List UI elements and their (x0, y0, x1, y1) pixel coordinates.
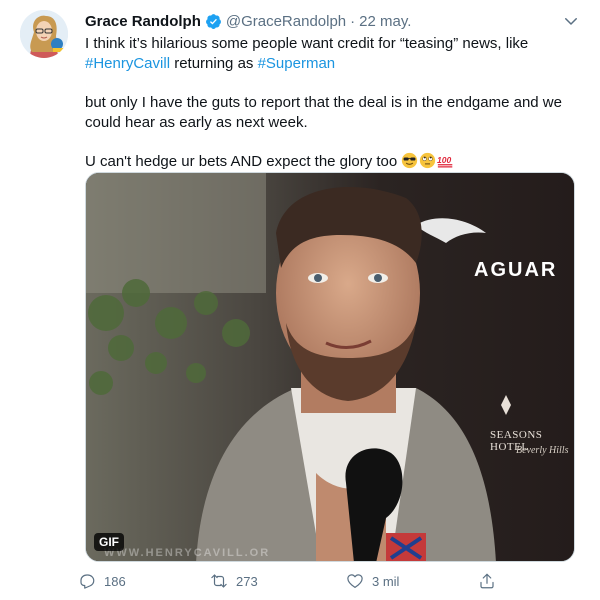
heart-icon (347, 574, 363, 588)
author-avatar[interactable] (20, 10, 68, 58)
author-handle[interactable]: @GraceRandolph (226, 13, 346, 30)
retweet-icon (211, 574, 227, 588)
gif-badge: GIF (94, 533, 124, 551)
svg-text:100: 100 (437, 155, 451, 165)
tweet-text: I think it’s hilarious some people want … (85, 34, 575, 172)
reply-icon (80, 574, 95, 589)
tweet-text-line3: U can't hedge ur bets AND expect the glo… (85, 153, 402, 170)
reply-count: 186 (104, 573, 126, 589)
author-name[interactable]: Grace Randolph (85, 13, 201, 30)
header-separator: · (350, 12, 356, 30)
jaguar-wordmark: AGUAR (474, 259, 558, 281)
hundred-points-emoji-icon: 100 (437, 152, 454, 169)
tweet-actions: 186 273 3 mil (78, 568, 508, 594)
watermark-text: WWW.HENRYCAVILL.OR (104, 547, 271, 559)
chevron-down-icon[interactable] (562, 12, 580, 30)
like-count: 3 mil (372, 573, 400, 589)
sunglasses-emoji-icon (401, 152, 418, 169)
rolling-eyes-emoji-icon (419, 152, 436, 169)
like-button[interactable]: 3 mil (346, 572, 399, 590)
retweet-count: 273 (236, 573, 258, 589)
tweet-text-mid: returning as (170, 55, 258, 72)
hotel-location: Beverly Hills (516, 445, 569, 456)
gif-frame-image (86, 173, 574, 561)
tweet-card: Grace Randolph @GraceRandolph · 22 may. … (0, 0, 600, 600)
tweet-paragraph-3: U can't hedge ur bets AND expect the glo… (85, 152, 575, 172)
tweet-text-line1: I think it’s hilarious some people want … (85, 35, 529, 52)
tweet-date[interactable]: 22 may. (359, 13, 411, 30)
hashtag-superman[interactable]: #Superman (258, 55, 336, 72)
tweet-paragraph-2: but only I have the guts to report that … (85, 94, 562, 131)
share-button[interactable] (478, 572, 504, 590)
gif-media[interactable]: AGUAR SEASONS HOTEL Beverly Hills WWW.HE… (85, 172, 575, 562)
hashtag-henrycavill[interactable]: #HenryCavill (85, 55, 170, 72)
tweet-header: Grace Randolph @GraceRandolph · 22 may. (85, 10, 580, 32)
tweet-paragraph-1: I think it’s hilarious some people want … (85, 34, 575, 74)
retweet-button[interactable]: 273 (210, 572, 258, 590)
verified-badge-icon (205, 13, 222, 30)
share-icon (480, 573, 494, 589)
reply-button[interactable]: 186 (78, 572, 126, 590)
